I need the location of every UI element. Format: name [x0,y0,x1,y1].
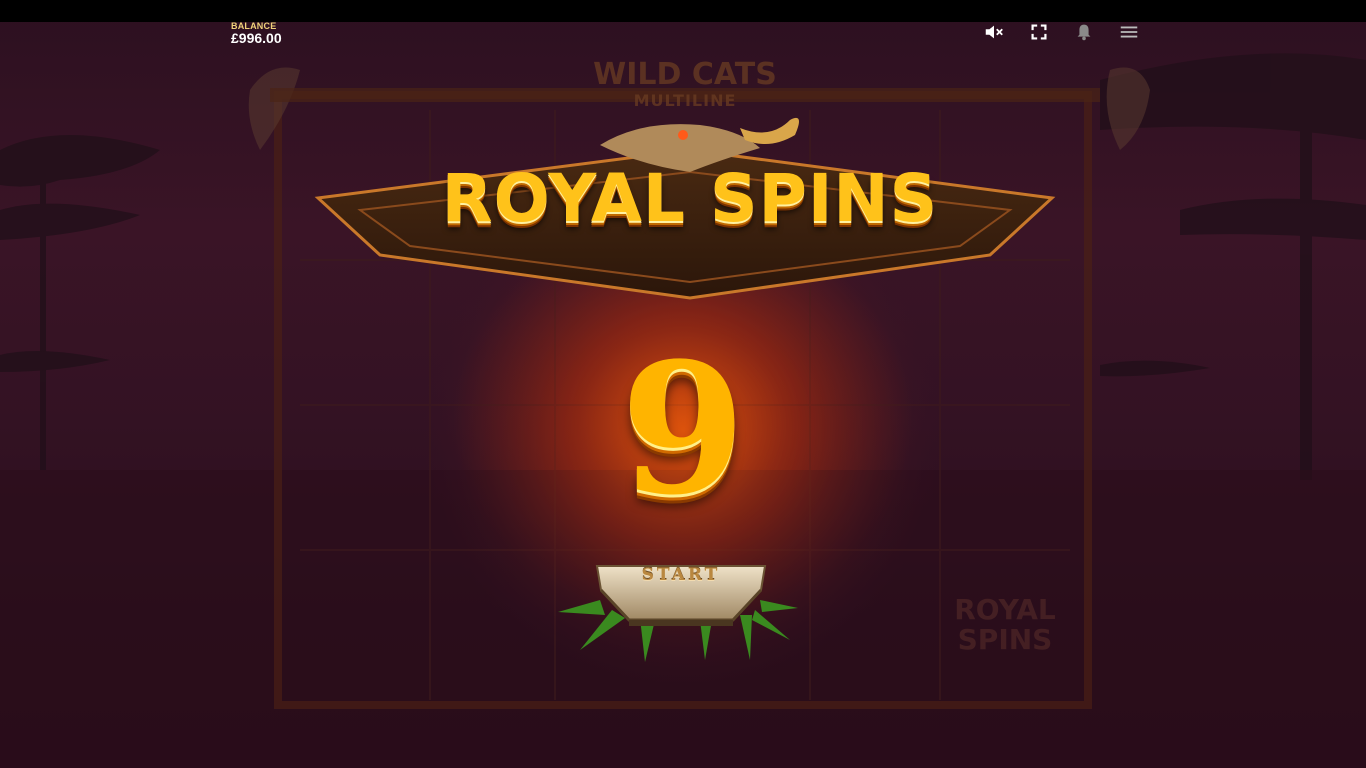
top-bar [0,0,1366,22]
notification-bell-icon[interactable] [1073,21,1095,43]
game-logo: WILD CATS MULTILINE [560,58,810,110]
fullscreen-icon[interactable] [1028,21,1050,43]
game-scene: BALANCE £996.00 WILD CATS MULTILINE ROYA… [0,0,1366,768]
balance-display: BALANCE £996.00 [231,21,282,46]
logo-line1: WILD CATS [593,57,777,92]
logo-line2: MULTILINE [633,91,737,110]
spins-count: 9 [620,324,746,535]
menu-icon[interactable] [1118,21,1140,43]
background-symbol-line1: ROYAL [954,593,1056,626]
start-button[interactable]: START [593,562,769,628]
balance-value: £996.00 [231,30,282,46]
background-symbol-line2: SPINS [957,623,1053,656]
royal-spins-banner-title: ROYAL SPINS [441,160,939,237]
start-button-label: START [641,565,721,585]
background-royal-spins-symbol: ROYAL SPINS [945,595,1065,655]
sound-muted-icon[interactable] [983,21,1005,43]
